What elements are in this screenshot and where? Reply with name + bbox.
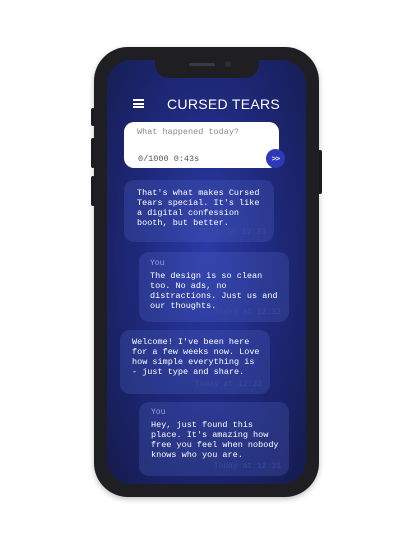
message-bubble: That's what makes Cursed Tears special. … <box>124 180 274 242</box>
message-bubble: Welcome! I've been here for a few weeks … <box>120 330 270 394</box>
phone-screen: CURSED TEARS 0/1000 0:43s >> That's what… <box>107 60 306 484</box>
message-timestamp: Today at 12:32 <box>194 380 262 389</box>
front-camera <box>224 61 231 67</box>
message-bubble-own: You Hey, just found this place. It's ama… <box>139 402 289 476</box>
hamburger-menu-icon[interactable] <box>133 99 144 108</box>
app-title: CURSED TEARS <box>167 96 281 112</box>
notch <box>154 60 259 78</box>
message-text: Hey, just found this place. It's amazing… <box>151 420 279 460</box>
message-author: You <box>150 259 165 268</box>
speaker <box>188 63 215 66</box>
message-text: The design is so clean too. No ads, no d… <box>150 271 278 311</box>
confession-input[interactable] <box>137 127 272 137</box>
message-timestamp: Today at 12:33 <box>198 228 266 237</box>
message-timestamp: Today at 12:31 <box>213 462 281 471</box>
character-counter: 0/1000 0:43s <box>138 154 200 164</box>
phone-frame: CURSED TEARS 0/1000 0:43s >> That's what… <box>94 47 319 497</box>
message-text: That's what makes Cursed Tears special. … <box>137 188 260 228</box>
message-timestamp: Today at 12:32 <box>213 308 281 317</box>
stage: CURSED TEARS 0/1000 0:43s >> That's what… <box>0 0 411 545</box>
message-text: Welcome! I've been here for a few weeks … <box>132 337 260 377</box>
send-button[interactable]: >> <box>266 149 285 168</box>
message-bubble-own: You The design is so clean too. No ads, … <box>139 252 289 322</box>
message-author: You <box>151 408 166 417</box>
send-icon: >> <box>271 154 281 163</box>
app-header: CURSED TEARS <box>107 96 306 116</box>
composer-card: 0/1000 0:43s <box>124 122 279 168</box>
